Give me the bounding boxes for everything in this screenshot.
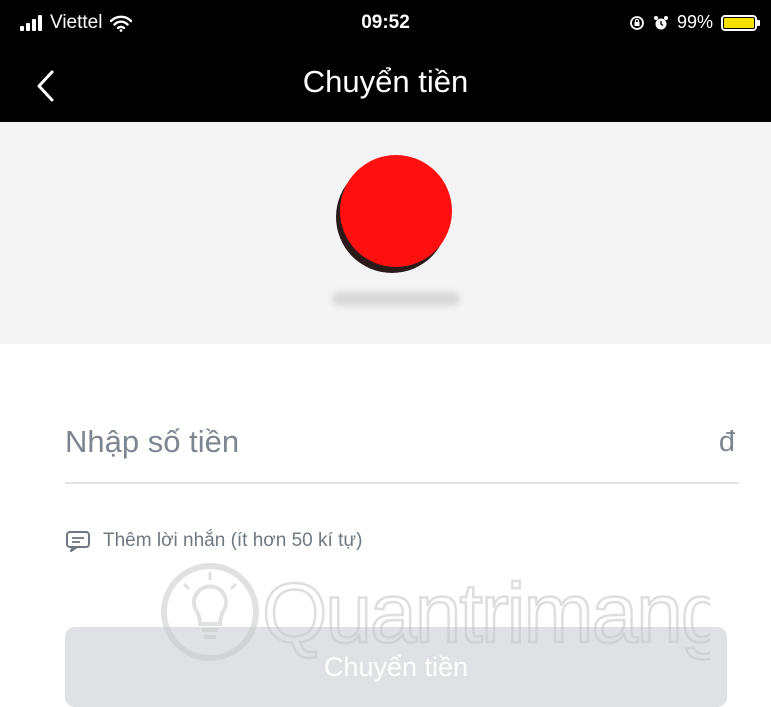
chat-icon bbox=[66, 531, 90, 552]
rotation-lock-icon bbox=[630, 15, 644, 30]
add-message-label: Thêm lời nhắn (ít hơn 50 kí tự) bbox=[103, 530, 363, 551]
recipient-section bbox=[0, 122, 771, 344]
status-bar: Viettel 09:52 99% bbox=[0, 0, 771, 52]
transfer-button[interactable]: Chuyển tiền bbox=[65, 627, 727, 707]
recipient-avatar bbox=[340, 155, 452, 267]
recipient-name bbox=[332, 292, 460, 306]
currency-label: đ bbox=[718, 426, 735, 458]
nav-bar: Chuyển tiền bbox=[0, 52, 771, 122]
battery-percent: 99% bbox=[676, 12, 713, 32]
transfer-screen: Viettel 09:52 99% Chuyển tiền Nhập số ti… bbox=[0, 0, 771, 707]
add-message-button[interactable]: Thêm lời nhắn (ít hơn 50 kí tự) bbox=[65, 530, 362, 552]
alarm-icon bbox=[653, 15, 668, 29]
transfer-form: đ Thêm lời nhắn (ít hơn 50 kí tự) Chuyển… bbox=[10, 344, 771, 707]
status-right: 99% bbox=[629, 12, 760, 33]
top-bar: Viettel 09:52 99% Chuyển tiền bbox=[0, 0, 771, 122]
battery-icon bbox=[721, 14, 760, 31]
amount-field-row: đ bbox=[65, 404, 739, 484]
battery-level bbox=[724, 17, 754, 28]
page-title: Chuyển tiền bbox=[302, 64, 469, 99]
amount-input[interactable] bbox=[65, 424, 665, 460]
